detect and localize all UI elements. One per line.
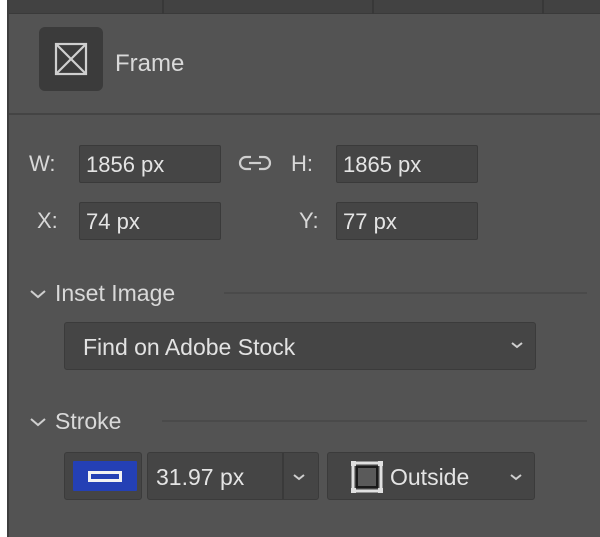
width-label: W: — [29, 151, 56, 176]
y-label: Y: — [299, 208, 319, 233]
chevron-down-icon — [30, 417, 46, 426]
stroke-section-toggle[interactable]: Stroke — [29, 408, 121, 435]
section-divider — [9, 113, 600, 115]
chevron-down-icon — [510, 474, 522, 481]
tab-separator — [372, 0, 374, 14]
stroke-position-value: Outside — [390, 464, 470, 490]
stroke-weight-value: 31.97 px — [156, 464, 245, 490]
frame-icon — [39, 27, 103, 91]
stroke-section-label: Stroke — [55, 408, 122, 434]
stroke-color-chip — [73, 461, 137, 491]
stroke-position-dropdown[interactable]: Outside — [327, 452, 535, 500]
stroke-weight-field[interactable]: 31.97 px — [147, 452, 319, 500]
link-icon[interactable] — [237, 153, 273, 178]
section-rule — [162, 420, 587, 422]
inset-image-dropdown[interactable]: Find on Adobe Stock — [64, 322, 536, 370]
height-label: H: — [291, 151, 313, 176]
panel-tab-strip — [9, 0, 600, 14]
stroke-swatch-inner — [88, 470, 122, 482]
tab-separator — [542, 0, 544, 14]
width-field[interactable]: 1856 px — [79, 145, 221, 183]
inset-image-section-label: Inset Image — [55, 280, 176, 306]
y-position-field[interactable]: 77 px — [336, 202, 478, 240]
x-position-field[interactable]: 74 px — [79, 202, 221, 240]
chevron-down-icon — [511, 342, 523, 349]
x-label: X: — [37, 208, 58, 233]
chevron-down-icon — [30, 289, 46, 298]
height-field[interactable]: 1865 px — [336, 145, 478, 183]
inset-image-dropdown-value: Find on Adobe Stock — [83, 334, 296, 360]
inset-image-section-toggle[interactable]: Inset Image — [29, 280, 175, 307]
chevron-down-icon[interactable] — [291, 471, 307, 483]
properties-panel: Frame W: 1856 px H: 1865 px X: 74 px Y: … — [7, 0, 600, 537]
field-separator — [282, 453, 284, 499]
section-rule — [224, 292, 587, 294]
stroke-color-swatch[interactable] — [64, 452, 142, 500]
layer-type-title: Frame — [115, 50, 185, 77]
tab-separator — [162, 0, 164, 14]
stroke-outside-icon — [351, 461, 383, 493]
